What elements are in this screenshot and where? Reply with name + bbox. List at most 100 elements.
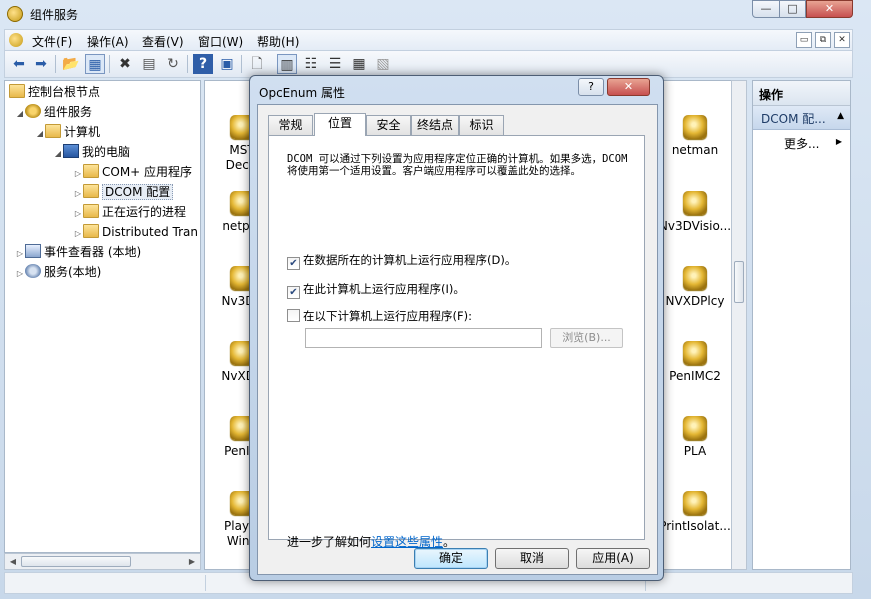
show-tree-icon[interactable]: ▦	[85, 54, 105, 74]
refresh-icon[interactable]: ↻	[163, 54, 183, 74]
tree-item-my-computer[interactable]: ◢ 我的电脑	[53, 143, 130, 161]
title-bar[interactable]: 组件服务 — □ ✕	[0, 0, 871, 28]
window-title: 组件服务	[30, 8, 79, 22]
minimize-button[interactable]: —	[752, 0, 780, 18]
location-tab-panel: DCOM 可以通过下列设置为应用程序定位正确的计算机。如果多选，DCOM 将使用…	[268, 135, 645, 549]
list-item[interactable]: PLA	[660, 416, 730, 459]
up-folder-icon[interactable]: 📂	[61, 54, 81, 74]
status-view[interactable]: ▧	[373, 54, 393, 74]
component-icon	[683, 191, 707, 215]
submenu-arrow-icon: ▶	[835, 137, 842, 146]
console-icon[interactable]: ▣	[217, 54, 237, 74]
dialog-body: 常规 位置 安全 终结点 标识 DCOM 可以通过下列设置为应用程序定位正确的计…	[257, 104, 658, 575]
dialog-help-button[interactable]: ?	[578, 78, 604, 96]
actions-section-dcom[interactable]: DCOM 配... ▲	[753, 106, 850, 130]
help-icon[interactable]: ?	[193, 54, 213, 74]
menu-view[interactable]: 查看(V)	[139, 32, 187, 51]
toolbar-separator	[109, 55, 110, 73]
checkbox-this-computer[interactable]: ✔	[287, 286, 300, 299]
tree-item-services[interactable]: ▷ 服务(本地)	[15, 263, 101, 281]
tree-item-running-processes[interactable]: ▷ 正在运行的进程	[73, 203, 186, 221]
mdi-restore-button[interactable]: ⧉	[815, 32, 831, 48]
delete-icon[interactable]: ✖	[115, 54, 135, 74]
checkbox-following-computer[interactable]	[287, 309, 300, 322]
scroll-right-icon[interactable]: ▶	[185, 555, 199, 568]
list-view[interactable]: ☰	[325, 54, 345, 74]
event-viewer-icon	[25, 244, 41, 258]
tree-horizontal-scrollbar[interactable]: ◀ ▶	[4, 553, 201, 570]
computer-name-input[interactable]	[305, 328, 542, 348]
center-vertical-scrollbar[interactable]	[731, 80, 747, 570]
list-item[interactable]: Nv3DVisio...	[658, 191, 732, 234]
mdi-minimize-button[interactable]: ▭	[796, 32, 812, 48]
browse-button[interactable]: 浏览(B)...	[550, 328, 623, 348]
mdi-close-button[interactable]: ✕	[834, 32, 850, 48]
cancel-button[interactable]: 取消	[495, 548, 569, 569]
folder-icon	[83, 164, 99, 178]
option-run-on-following-computer[interactable]: 在以下计算机上运行应用程序(F):	[287, 308, 472, 324]
close-button[interactable]: ✕	[806, 0, 853, 18]
tree-item-dcom-config[interactable]: ▷ DCOM 配置	[73, 183, 174, 203]
new-icon[interactable]: 🗋	[247, 54, 267, 74]
folder-icon	[9, 84, 25, 98]
small-icons-view[interactable]: ☷	[301, 54, 321, 74]
apply-button[interactable]: 应用(A)	[576, 548, 650, 569]
learn-more-link[interactable]: 设置这些属性	[371, 535, 443, 549]
scroll-thumb[interactable]	[734, 261, 744, 303]
list-item[interactable]: NVXDPlcy	[660, 266, 730, 309]
component-icon	[683, 491, 707, 515]
component-gear-icon	[25, 104, 41, 118]
tree-item-event-viewer[interactable]: ▷ 事件查看器 (本地)	[15, 243, 141, 261]
component-services-icon	[7, 6, 23, 22]
forward-icon[interactable]: ➡	[31, 54, 51, 74]
tree-item-computers[interactable]: ◢ 计算机	[35, 123, 100, 141]
folder-icon	[83, 184, 99, 198]
details-view[interactable]: ▦	[349, 54, 369, 74]
large-icons-view[interactable]: ▥	[277, 54, 297, 74]
list-item[interactable]: netman	[660, 115, 730, 158]
tree-item-distributed-transaction[interactable]: ▷ Distributed Tran	[73, 223, 198, 241]
back-icon[interactable]: ⬅	[9, 54, 29, 74]
expanded-arrow-icon[interactable]: ◢	[53, 145, 63, 163]
menu-file[interactable]: 文件(F)	[29, 32, 75, 51]
services-cog-icon	[25, 264, 41, 278]
expanded-arrow-icon[interactable]: ◢	[15, 105, 25, 123]
expanded-arrow-icon[interactable]: ◢	[35, 125, 45, 143]
tab-endpoints[interactable]: 终结点	[411, 115, 459, 135]
maximize-button[interactable]: □	[779, 0, 806, 18]
tree-item-component-services[interactable]: ◢ 组件服务	[15, 103, 92, 121]
checkbox-data-computer[interactable]: ✔	[287, 257, 300, 270]
toolbar: ⬅ ➡ 📂 ▦ ✖ ▤ ↻ ? ▣ 🗋 ▥ ☷ ☰ ▦ ▧	[4, 51, 853, 78]
menu-window[interactable]: 窗口(W)	[195, 32, 246, 51]
folder-icon	[83, 204, 99, 218]
menu-action[interactable]: 操作(A)	[84, 32, 132, 51]
toolbar-separator	[241, 55, 242, 73]
console-menu-icon[interactable]	[9, 33, 23, 47]
tree-item-com-apps[interactable]: ▷ COM+ 应用程序	[73, 163, 192, 181]
collapsed-arrow-icon[interactable]: ▷	[15, 245, 25, 263]
collapsed-arrow-icon[interactable]: ▷	[15, 265, 25, 283]
tab-identity[interactable]: 标识	[459, 115, 504, 135]
dialog-close-button[interactable]: ✕	[607, 78, 650, 96]
action-more[interactable]: 更多... ▶	[753, 130, 850, 154]
collapsed-arrow-icon[interactable]: ▷	[73, 185, 83, 203]
collapsed-arrow-icon[interactable]: ▷	[73, 225, 83, 243]
tree-item-console-root[interactable]: 控制台根节点	[9, 83, 100, 101]
tab-location[interactable]: 位置	[314, 113, 366, 136]
tab-security[interactable]: 安全	[366, 115, 411, 135]
collapsed-arrow-icon[interactable]: ▷	[73, 205, 83, 223]
status-divider	[205, 575, 206, 591]
list-item[interactable]: PrintIsolat...	[658, 491, 732, 534]
menu-help[interactable]: 帮助(H)	[254, 32, 302, 51]
scroll-left-icon[interactable]: ◀	[6, 555, 20, 568]
option-run-on-data-computer[interactable]: ✔ 在数据所在的计算机上运行应用程序(D)。	[287, 252, 516, 270]
tab-general[interactable]: 常规	[268, 115, 313, 135]
collapsed-arrow-icon[interactable]: ▷	[73, 165, 83, 183]
properties-icon[interactable]: ▤	[139, 54, 159, 74]
ok-button[interactable]: 确定	[414, 548, 488, 569]
collapse-up-icon[interactable]: ▲	[837, 111, 844, 121]
option-run-on-this-computer[interactable]: ✔ 在此计算机上运行应用程序(I)。	[287, 281, 465, 299]
menu-bar: 文件(F) 操作(A) 查看(V) 窗口(W) 帮助(H) ▭ ⧉ ✕	[4, 29, 853, 51]
scroll-thumb[interactable]	[21, 556, 131, 567]
list-item[interactable]: PenIMC2	[660, 341, 730, 384]
